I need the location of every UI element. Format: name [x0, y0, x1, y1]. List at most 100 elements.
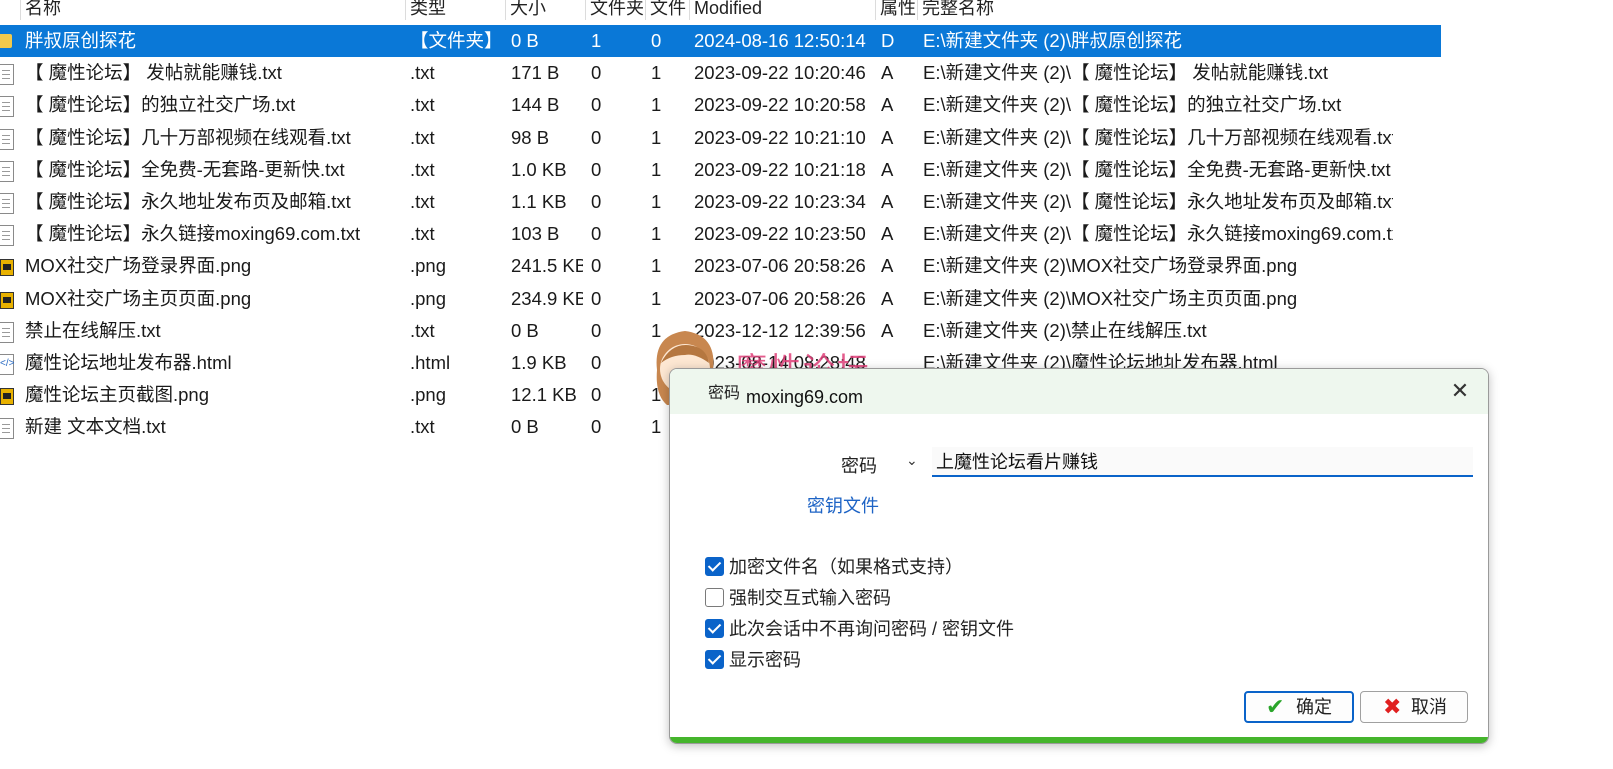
text-file-icon	[0, 418, 14, 440]
cell-name: 胖叔原创探花	[25, 30, 137, 51]
cell-folders: 1	[591, 30, 602, 51]
text-file-icon	[0, 128, 14, 150]
cell-modified: 2023-09-22 10:20:58	[694, 94, 866, 116]
cell-name: 【 魔性论坛】 发帖就能赚钱.txt	[25, 62, 282, 84]
image-file-icon	[0, 291, 14, 309]
checkbox-label: 此次会话中不再询问密码 / 密钥文件	[729, 619, 1015, 639]
cell-size: 1.1 KB	[511, 191, 567, 212]
col-size[interactable]: 大小	[505, 0, 586, 20]
cell-modified: 2023-07-06 20:58:26	[694, 287, 866, 309]
ok-button-label: 确定	[1296, 697, 1332, 717]
cell-name: 【 魔性论坛】全免费-无套路-更新快.txt	[25, 158, 345, 180]
ok-button[interactable]: ✔ 确定	[1244, 691, 1354, 723]
cell-folders: 0	[591, 94, 602, 116]
col-folders[interactable]: 文件夹	[585, 0, 646, 20]
checkbox-box[interactable]	[705, 588, 724, 607]
cell-type: .png	[410, 384, 447, 406]
cell-attr: D	[881, 30, 895, 51]
cell-attr: A	[881, 126, 894, 148]
checkbox-box[interactable]	[705, 557, 724, 576]
table-row[interactable]: 【 魔性论坛】的独立社交广场.txt .txt 144 B 0 1 2023-09-22 …	[0, 89, 1440, 121]
checkbox-box[interactable]	[705, 619, 724, 638]
cell-modified: 2023-09-22 10:21:18	[694, 158, 866, 180]
folder-icon	[0, 34, 12, 48]
cell-name: 魔性论坛主页截图.png	[25, 384, 210, 406]
cell-modified: 2023-09-22 10:23:50	[694, 223, 866, 245]
table-row[interactable]: MOX社交广场登录界面.png .png 241.5 KB 0 1 2023-07-06 …	[0, 250, 1440, 282]
cell-folders: 0	[591, 255, 602, 277]
col-fullpath[interactable]: 完整名称	[917, 0, 1437, 20]
checkbox-box[interactable]	[705, 650, 724, 669]
cell-attr: A	[881, 255, 894, 277]
cell-files: 1	[651, 94, 662, 116]
password-dialog: 密码 moxing69.com ✕ 密码 ⌄ 密钥文件 加密文件名（如果格式支持…	[669, 368, 1489, 744]
table-row[interactable]: 【 魔性论坛】 发帖就能赚钱.txt .txt 171 B 0 1 2023-09-22 …	[0, 57, 1440, 89]
password-label: 密码	[841, 456, 877, 476]
cell-folders: 0	[591, 287, 602, 309]
close-button[interactable]: ✕	[1446, 377, 1474, 405]
cell-size: 0 B	[511, 30, 539, 51]
cell-size: 0 B	[511, 319, 539, 341]
chevron-down-icon: ⌄	[906, 452, 918, 468]
cell-files: 1	[651, 126, 662, 148]
cell-size: 234.9 KB	[511, 287, 583, 309]
text-file-icon	[0, 193, 14, 214]
cell-size: 98 B	[511, 126, 550, 148]
cell-type: 【文件夹】	[410, 30, 503, 51]
cell-name: 魔性论坛地址发布器.html	[25, 352, 232, 373]
cell-folders: 0	[591, 384, 602, 406]
password-history-dropdown[interactable]: ⌄	[906, 452, 918, 469]
cell-size: 0 B	[511, 416, 539, 438]
text-file-icon	[0, 225, 14, 247]
cell-name: 【 魔性论坛】永久链接moxing69.com.txt	[25, 223, 361, 245]
col-name[interactable]: 名称	[20, 0, 405, 20]
cell-files: 1	[651, 255, 662, 277]
cell-attr: A	[881, 62, 894, 84]
table-row[interactable]: 【 魔性论坛】全免费-无套路-更新快.txt .txt 1.0 KB 0 1 2023-0…	[0, 154, 1440, 186]
keyfile-link[interactable]: 密钥文件	[807, 492, 879, 518]
table-row[interactable]: 胖叔原创探花 【文件夹】 0 B 1 0 2024-08-16 12:50:14 D E:\新…	[0, 25, 1441, 57]
cell-name: 【 魔性论坛】几十万部视频在线观看.txt	[25, 126, 351, 148]
cell-path: E:\新建文件夹 (2)\【 魔性论坛】 发帖就能赚钱.txt	[923, 62, 1328, 84]
table-row[interactable]: 【 魔性论坛】几十万部视频在线观看.txt .txt 98 B 0 1 2023-09-2…	[0, 122, 1440, 154]
checkbox-label: 显示密码	[729, 650, 801, 670]
dialog-title: 密码	[708, 385, 741, 402]
cell-name: 新建 文本文档.txt	[25, 416, 166, 438]
table-row[interactable]: 【 魔性论坛】永久链接moxing69.com.txt .txt 103 B 0 1 20…	[0, 218, 1440, 250]
cell-type: .txt	[410, 158, 435, 180]
cell-name: 【 魔性论坛】的独立社交广场.txt	[25, 94, 296, 116]
cell-size: 1.9 KB	[511, 352, 567, 373]
cell-files: 1	[651, 223, 662, 245]
col-modified[interactable]: Modified	[689, 0, 876, 20]
cell-path: E:\新建文件夹 (2)\【 魔性论坛】几十万部视频在线观看.txt	[923, 126, 1393, 148]
cell-type: .txt	[410, 191, 435, 212]
dialog-subtitle: moxing69.com	[746, 387, 864, 407]
html-file-icon: </>	[0, 354, 14, 375]
col-attr[interactable]: 属性	[875, 0, 918, 20]
col-files[interactable]: 文件	[645, 0, 692, 20]
cell-attr: A	[881, 287, 894, 309]
cell-modified: 2023-09-22 10:20:46	[694, 62, 866, 84]
cancel-button[interactable]: ✖ 取消	[1360, 691, 1468, 723]
cell-path: E:\新建文件夹 (2)\【 魔性论坛】的独立社交广场.txt	[923, 94, 1342, 116]
cell-size: 171 B	[511, 62, 560, 84]
text-file-icon	[0, 96, 14, 118]
cell-name: MOX社交广场登录界面.png	[25, 255, 252, 277]
cell-attr: A	[881, 158, 894, 180]
table-row[interactable]: MOX社交广场主页页面.png .png 234.9 KB 0 1 2023-07-06 …	[0, 283, 1440, 315]
cell-path: E:\新建文件夹 (2)\【 魔性论坛】永久地址发布页及邮箱.txt	[923, 191, 1393, 212]
cell-folders: 0	[591, 352, 602, 373]
cell-files: 1	[651, 287, 662, 309]
password-input[interactable]	[932, 447, 1473, 477]
text-file-icon	[0, 321, 14, 343]
cell-size: 103 B	[511, 223, 560, 245]
table-row[interactable]: 【 魔性论坛】永久地址发布页及邮箱.txt .txt 1.1 KB 0 1 2023-09…	[0, 186, 1440, 218]
cell-attr: A	[881, 191, 894, 212]
column-header: 名称 类型 大小 文件夹 文件 Modified 属性 完整名称	[0, 0, 1440, 22]
col-type[interactable]: 类型	[405, 0, 506, 20]
cell-files: 1	[651, 158, 662, 180]
cell-attr: A	[881, 94, 894, 116]
cell-path: E:\新建文件夹 (2)\禁止在线解压.txt	[923, 319, 1207, 341]
image-file-icon	[0, 388, 14, 406]
cell-folders: 0	[591, 158, 602, 180]
